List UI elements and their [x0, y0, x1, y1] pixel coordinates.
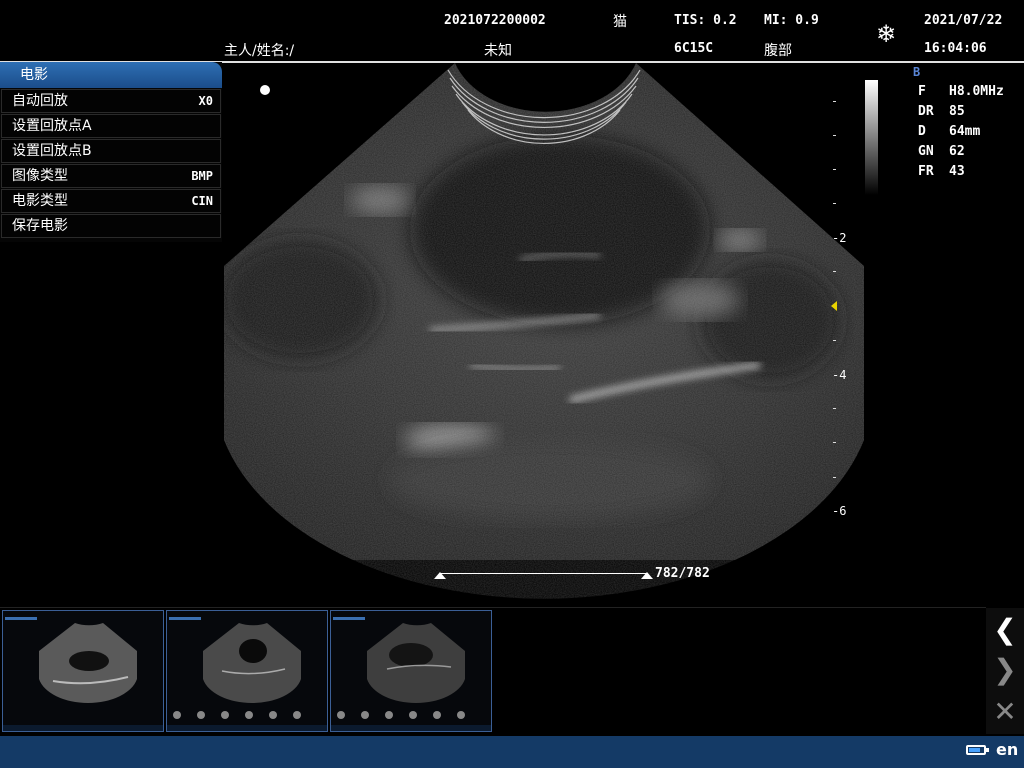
menu-item-value: BMP [191, 169, 213, 183]
grayscale-bar [865, 80, 878, 195]
menu-item-save-cine[interactable]: 保存电影 [1, 214, 221, 238]
thumbnail-2[interactable] [166, 610, 328, 732]
menu-item-label: 设置回放点B [12, 143, 92, 159]
chevron-left-icon[interactable]: ❮ [986, 610, 1024, 650]
battery-icon [966, 745, 989, 755]
thumbnail-image [331, 617, 491, 731]
menu-item-image-type[interactable]: 图像类型 BMP [1, 164, 221, 188]
menu-item-set-point-a[interactable]: 设置回放点A [1, 114, 221, 138]
param-dynamic-range: DR 85 [918, 104, 965, 119]
scale-tick [833, 477, 836, 478]
imaging-parameters: B F H8.0MHz DR 85 D 64mm GN 62 FR 43 [913, 65, 1023, 195]
language-indicator[interactable]: en [996, 740, 1018, 759]
orientation-marker [260, 85, 270, 95]
cine-frame-counter: 782/782 [655, 566, 710, 581]
scale-tick [833, 408, 836, 409]
menu-item-auto-play[interactable]: 自动回放 X0 [1, 89, 221, 113]
status-bar [0, 736, 1024, 768]
thumbnail-nav: ❮ ❯ ✕ [986, 608, 1024, 734]
cine-slider-track[interactable] [440, 573, 648, 574]
cine-start-handle[interactable] [434, 572, 446, 579]
depth-label: -4 [832, 368, 847, 382]
param-depth: D 64mm [918, 124, 981, 139]
depth-label: -6 [832, 504, 847, 518]
menu-item-value: X0 [198, 94, 213, 108]
param-frequency: F H8.0MHz [918, 84, 1004, 99]
thumbnail-image [3, 617, 163, 731]
scale-tick [833, 135, 836, 136]
menu-item-label: 设置回放点A [12, 118, 92, 134]
scale-tick [833, 340, 836, 341]
thumbnail-1[interactable] [2, 610, 164, 732]
close-icon[interactable]: ✕ [986, 692, 1024, 732]
chevron-right-icon[interactable]: ❯ [986, 650, 1024, 690]
thumbnail-image [167, 617, 327, 731]
scale-tick [833, 101, 836, 102]
depth-label: -2 [832, 231, 847, 245]
menu-item-set-point-b[interactable]: 设置回放点B [1, 139, 221, 163]
scale-tick [833, 271, 836, 272]
menu-item-label: 保存电影 [12, 218, 68, 234]
param-frame-rate: FR 43 [918, 164, 965, 179]
menu-item-label: 自动回放 [12, 93, 68, 109]
menu-item-cine-type[interactable]: 电影类型 CIN [1, 189, 221, 213]
scale-tick [833, 169, 836, 170]
thumbnail-3[interactable] [330, 610, 492, 732]
cine-menu-title: 电影 [0, 62, 222, 88]
mode-label: B [913, 65, 921, 79]
menu-item-label: 图像类型 [12, 168, 68, 184]
cine-end-handle[interactable] [641, 572, 653, 579]
scale-tick [833, 203, 836, 204]
scale-tick [833, 442, 836, 443]
menu-item-value: CIN [191, 194, 213, 208]
param-gain: GN 62 [918, 144, 965, 159]
menu-item-label: 电影类型 [12, 193, 68, 209]
